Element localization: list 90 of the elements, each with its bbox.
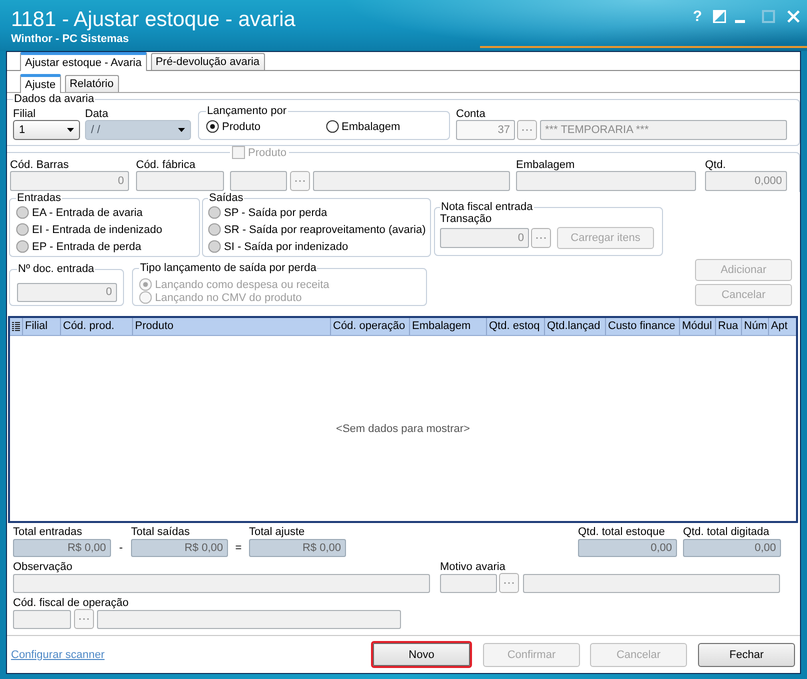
- field-label: Qtd. total estoque: [578, 526, 666, 538]
- radio-option[interactable]: EP - Entrada de perda: [16, 238, 195, 255]
- lookup-button[interactable]: [290, 171, 310, 191]
- factory-code-field[interactable]: [136, 171, 224, 191]
- group-title: Nº doc. entrada: [17, 263, 96, 275]
- equals-sign: =: [234, 541, 243, 556]
- radio-icon[interactable]: [208, 240, 221, 253]
- column-header[interactable]: Filial: [23, 318, 61, 335]
- radio-icon[interactable]: [16, 223, 29, 236]
- field-label: Transação: [440, 213, 493, 225]
- radio-icon[interactable]: [206, 120, 219, 133]
- field-label: Observação: [13, 561, 74, 573]
- radio-option[interactable]: SP - Saída por perda: [208, 204, 426, 221]
- window-title: 1181 - Ajustar estoque - avaria: [11, 8, 296, 32]
- total-field[interactable]: R$ 0,00: [13, 539, 111, 557]
- lookup-button[interactable]: [517, 120, 537, 140]
- radio-icon[interactable]: [16, 206, 29, 219]
- group-title: Saídas: [208, 192, 244, 204]
- field-label: Conta: [456, 108, 486, 120]
- group-title: Dados da avaria: [13, 93, 96, 105]
- radio-icon[interactable]: [208, 223, 221, 236]
- column-header[interactable]: Embalagem: [410, 318, 487, 335]
- field-label: Total entradas: [13, 526, 84, 538]
- lookup-button[interactable]: [531, 228, 551, 248]
- column-header[interactable]: Custo finance: [606, 318, 680, 335]
- tab[interactable]: Relatório: [64, 75, 119, 92]
- minus-sign: -: [118, 541, 124, 556]
- fiscal-code-field[interactable]: [13, 610, 71, 629]
- radio-option[interactable]: SR - Saída por reaproveitamento (avaria): [208, 221, 426, 238]
- group-title: Lançamento por: [206, 105, 288, 117]
- column-header[interactable]: Cód. operação: [331, 318, 410, 335]
- footer-button[interactable]: Fechar: [698, 642, 795, 666]
- field-label: Qtd.: [705, 159, 727, 171]
- window-subtitle: Winthor - PC Sistemas: [11, 33, 130, 46]
- radio-icon[interactable]: [326, 120, 338, 133]
- column-header[interactable]: Qtd.lançad: [545, 318, 606, 335]
- field-label: Cód. Barras: [10, 159, 70, 171]
- column-header[interactable]: Rua: [716, 318, 742, 335]
- packaging-field[interactable]: [516, 171, 696, 191]
- field-label: Motivo avaria: [440, 561, 506, 573]
- total-field[interactable]: 0,00: [683, 539, 781, 557]
- radio-option[interactable]: Embalagem: [326, 120, 445, 133]
- product-name-field[interactable]: [313, 171, 510, 191]
- caret-icon: [67, 128, 74, 132]
- field-label: Cód. fiscal de operação: [13, 597, 130, 609]
- radio-option[interactable]: EA - Entrada de avaria: [16, 204, 195, 221]
- column-header[interactable]: Qtd. estoq: [487, 318, 545, 335]
- configure-scanner-link[interactable]: Configurar scanner: [11, 648, 105, 660]
- tab[interactable]: Pré-devolução avaria: [150, 53, 265, 70]
- lookup-button[interactable]: [74, 609, 94, 629]
- field-label: Data: [85, 108, 110, 120]
- group-title: Nota fiscal entrada: [440, 201, 534, 213]
- group-title: Entradas: [16, 192, 62, 204]
- lookup-button[interactable]: [499, 573, 519, 593]
- field-label: Cód. fábrica: [136, 159, 196, 171]
- fiscal-name-field[interactable]: [97, 610, 401, 629]
- group-title: Tipo lançamento de saída por perda: [139, 262, 318, 274]
- caret-icon: [178, 128, 185, 132]
- minimize-icon[interactable]: [735, 20, 745, 23]
- field-label: Qtd. total digitada: [683, 526, 770, 538]
- total-field[interactable]: R$ 0,00: [249, 539, 346, 557]
- filial-dropdown[interactable]: 1: [13, 120, 80, 140]
- tab[interactable]: Ajustar estoque - Avaria: [20, 52, 147, 71]
- close-icon[interactable]: [787, 10, 800, 23]
- field-label: Total ajuste: [249, 526, 306, 538]
- column-header[interactable]: Núm: [742, 318, 769, 335]
- total-field[interactable]: 0,00: [578, 539, 677, 557]
- column-header[interactable]: Módul: [680, 318, 716, 335]
- radio-option[interactable]: Produto: [206, 120, 326, 133]
- tab[interactable]: Ajuste: [20, 74, 61, 93]
- empty-message: <Sem dados para mostrar>: [336, 422, 470, 434]
- field-label: Embalagem: [516, 159, 576, 171]
- field-label: Filial: [13, 108, 37, 120]
- contrast-icon[interactable]: [713, 10, 726, 23]
- observation-field[interactable]: [13, 574, 430, 593]
- radio-icon[interactable]: [208, 206, 221, 219]
- footer-button[interactable]: Novo: [371, 641, 472, 668]
- column-header[interactable]: Apt: [769, 318, 796, 335]
- reason-name-field[interactable]: [523, 574, 780, 593]
- radio-icon[interactable]: [16, 240, 29, 253]
- list-icon[interactable]: [12, 322, 20, 331]
- radio-option[interactable]: SI - Saída por indenizado: [208, 238, 426, 255]
- total-field[interactable]: R$ 0,00: [131, 539, 228, 557]
- column-header[interactable]: Produto: [133, 318, 331, 335]
- field-label: Total saídas: [131, 526, 191, 538]
- date-dropdown[interactable]: / /: [85, 120, 191, 140]
- reason-code-field[interactable]: [440, 574, 497, 593]
- product-code-field[interactable]: [230, 171, 287, 191]
- column-header[interactable]: Cód. prod.: [61, 318, 133, 335]
- radio-option[interactable]: EI - Entrada de indenizado: [16, 221, 195, 238]
